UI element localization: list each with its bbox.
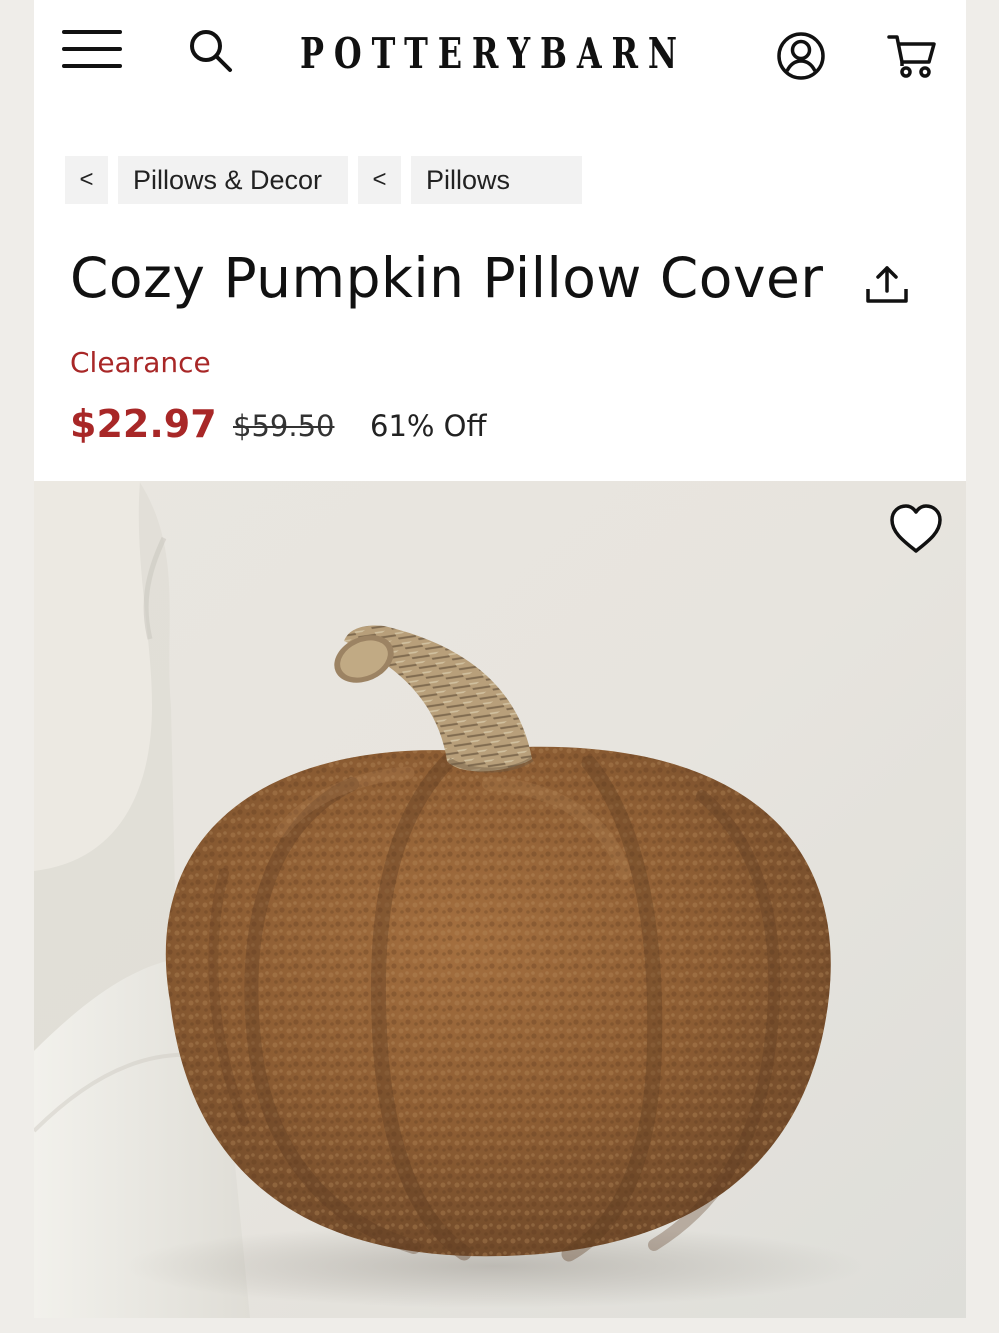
- breadcrumb-link-pillows[interactable]: Pillows: [411, 156, 582, 204]
- share-button[interactable]: [862, 260, 912, 310]
- breadcrumb: < Pillows & Decor < Pillows: [65, 156, 582, 204]
- hamburger-menu-icon: [62, 64, 122, 68]
- hamburger-menu-icon: [62, 47, 122, 51]
- hamburger-menu-icon: [62, 30, 122, 34]
- clearance-label: Clearance: [70, 346, 211, 379]
- account-button[interactable]: [776, 31, 826, 81]
- site-header: POTTERYBARN: [34, 0, 966, 108]
- product-title-row: Cozy Pumpkin Pillow Cover: [70, 245, 920, 315]
- product-page: POTTERYBARN < Pillows & Decor < Pillows …: [34, 0, 966, 1318]
- account-icon: [777, 32, 825, 80]
- menu-button[interactable]: [62, 26, 124, 72]
- search-button[interactable]: [184, 25, 236, 77]
- brand-logo[interactable]: POTTERYBARN: [300, 30, 677, 78]
- shopping-cart-icon: [887, 35, 936, 78]
- pumpkin-pillow-photo: [34, 481, 966, 1318]
- discount-label: 61% Off: [370, 409, 487, 443]
- product-title: Cozy Pumpkin Pillow Cover: [70, 246, 824, 310]
- breadcrumb-back-pillows[interactable]: <: [358, 156, 401, 204]
- breadcrumb-back-pillows-decor[interactable]: <: [65, 156, 108, 204]
- product-image: [34, 481, 966, 1318]
- favorite-button[interactable]: [886, 502, 946, 558]
- sale-price: $22.97: [70, 402, 217, 446]
- heart-icon: [890, 504, 942, 553]
- original-price: $59.50: [233, 409, 335, 443]
- cart-button[interactable]: [886, 30, 938, 80]
- search-icon: [190, 30, 232, 72]
- share-icon: [866, 266, 908, 303]
- breadcrumb-link-pillows-decor[interactable]: Pillows & Decor: [118, 156, 348, 204]
